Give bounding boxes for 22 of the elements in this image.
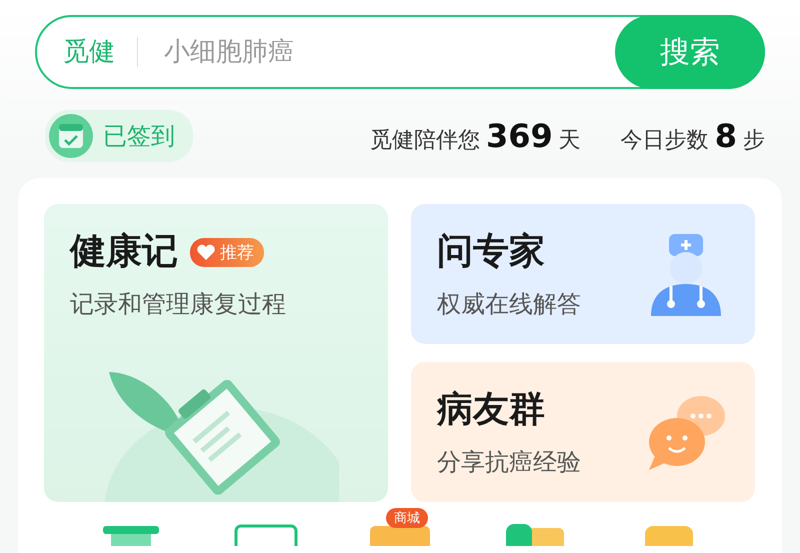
tag-label: 推荐 xyxy=(220,242,254,264)
brand-label: 觅健 xyxy=(37,37,138,67)
stat-unit: 天 xyxy=(558,127,581,155)
stat-label: 觅健陪伴您 xyxy=(370,127,480,155)
card-subtitle: 分享抗癌经验 xyxy=(437,447,582,478)
card-title: 健康记 xyxy=(70,230,178,274)
health-record-card[interactable]: 健康记 推荐 记录和管理康复过程 xyxy=(44,204,388,502)
stat-label: 今日步数 xyxy=(620,127,709,155)
calendar-check-icon xyxy=(49,114,93,158)
heart-icon xyxy=(196,243,216,261)
mall-badge: 商城 xyxy=(386,508,428,528)
stat-value: 8 xyxy=(714,117,737,155)
stat-unit: 步 xyxy=(743,127,765,155)
card-subtitle: 权威在线解答 xyxy=(437,289,582,320)
card-subtitle: 记录和管理康复过程 xyxy=(70,289,287,320)
card-title: 问专家 xyxy=(437,230,545,274)
ask-expert-card[interactable]: 问专家 权威在线解答 xyxy=(411,204,755,344)
stat-value: 369 xyxy=(486,117,553,155)
card-title: 病友群 xyxy=(437,388,545,432)
shortcut-icon[interactable] xyxy=(234,522,298,546)
patient-group-card[interactable]: 病友群 分享抗癌经验 xyxy=(411,362,755,502)
checkin-label: 已签到 xyxy=(103,121,175,152)
